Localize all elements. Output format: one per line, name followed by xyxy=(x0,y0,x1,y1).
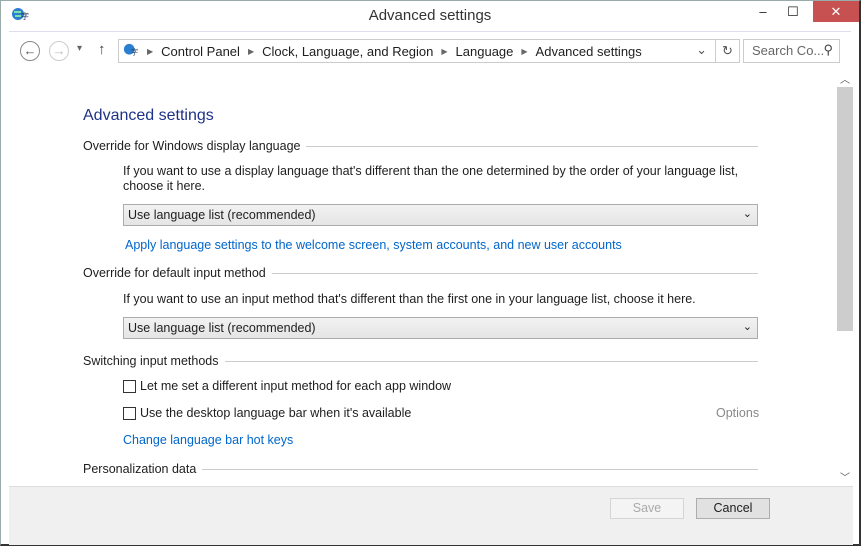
maximize-button[interactable]: ☐ xyxy=(778,1,808,22)
refresh-button[interactable]: ↻ xyxy=(715,40,739,62)
apply-language-settings-link[interactable]: Apply language settings to the welcome s… xyxy=(125,238,622,252)
search-input[interactable]: Search Co... ⚲ xyxy=(743,39,840,63)
minimize-button[interactable]: – xyxy=(748,1,778,22)
section-input-method: Override for default input method xyxy=(83,266,758,280)
navigation-bar: ← → ▾ ↑ 字 ▶ Control Panel ▶ Clock, Langua… xyxy=(9,31,851,69)
back-button[interactable]: ← xyxy=(20,41,40,61)
scroll-up-button[interactable]: ︿ xyxy=(837,71,853,86)
scroll-down-button[interactable]: ﹀ xyxy=(837,469,853,484)
page-title: Advanced settings xyxy=(83,107,214,124)
breadcrumb-control-panel[interactable]: Control Panel xyxy=(161,44,240,59)
footer: Save Cancel xyxy=(9,486,853,545)
section-display-language: Override for Windows display language xyxy=(83,139,758,153)
window-title: Advanced settings xyxy=(368,7,492,24)
select-value: Use language list (recommended) xyxy=(128,321,316,335)
select-value: Use language list (recommended) xyxy=(128,208,316,222)
per-app-input-checkbox[interactable]: Let me set a different input method for … xyxy=(123,379,451,393)
content-area: Advanced settings Override for Windows d… xyxy=(9,69,837,486)
vertical-scrollbar[interactable]: ︿ ﹀ xyxy=(837,69,853,486)
up-button[interactable]: ↑ xyxy=(98,41,106,58)
svg-text:字: 字 xyxy=(131,48,138,57)
save-button[interactable]: Save xyxy=(610,498,684,519)
desktop-language-bar-checkbox[interactable]: Use the desktop language bar when it's a… xyxy=(123,406,411,420)
recent-locations-button[interactable]: ▾ xyxy=(77,43,82,54)
title-bar: 字 Advanced settings – ☐ ✕ xyxy=(1,1,859,31)
search-placeholder: Search Co... xyxy=(752,43,825,58)
close-button[interactable]: ✕ xyxy=(813,1,859,22)
breadcrumb-clock-language-region[interactable]: Clock, Language, and Region xyxy=(262,44,433,59)
forward-button[interactable]: → xyxy=(49,41,69,61)
search-icon: ⚲ xyxy=(823,42,833,57)
section-switching-input-methods: Switching input methods xyxy=(83,354,758,368)
cancel-button[interactable]: Cancel xyxy=(696,498,770,519)
display-language-description: If you want to use a display language th… xyxy=(123,164,739,193)
display-language-select[interactable]: Use language list (recommended) ⌄ xyxy=(123,204,758,226)
input-method-select[interactable]: Use language list (recommended) ⌄ xyxy=(123,317,758,339)
chevron-down-icon: ⌄ xyxy=(742,208,752,220)
breadcrumb-language[interactable]: Language xyxy=(456,44,514,59)
scrollbar-thumb[interactable] xyxy=(837,87,853,331)
checkbox-label: Use the desktop language bar when it's a… xyxy=(140,406,412,420)
input-method-description: If you want to use an input method that'… xyxy=(123,292,696,306)
checkbox-label: Let me set a different input method for … xyxy=(140,379,452,393)
address-dropdown-button[interactable]: ⌄ xyxy=(696,42,707,58)
window: 字 Advanced settings – ☐ ✕ ← → ▾ ↑ 字 ▶ Co… xyxy=(0,0,861,546)
change-hot-keys-link[interactable]: Change language bar hot keys xyxy=(123,433,293,447)
checkbox[interactable] xyxy=(123,406,136,420)
address-bar[interactable]: 字 ▶ Control Panel ▶ Clock, Language, and … xyxy=(118,39,740,63)
chevron-down-icon: ⌄ xyxy=(742,321,752,333)
checkbox[interactable] xyxy=(123,379,136,393)
breadcrumb-advanced-settings[interactable]: Advanced settings xyxy=(536,44,642,59)
section-personalization-data: Personalization data xyxy=(83,462,758,476)
control-panel-icon: 字 xyxy=(123,43,138,57)
language-bar-options-link[interactable]: Options xyxy=(716,406,759,420)
